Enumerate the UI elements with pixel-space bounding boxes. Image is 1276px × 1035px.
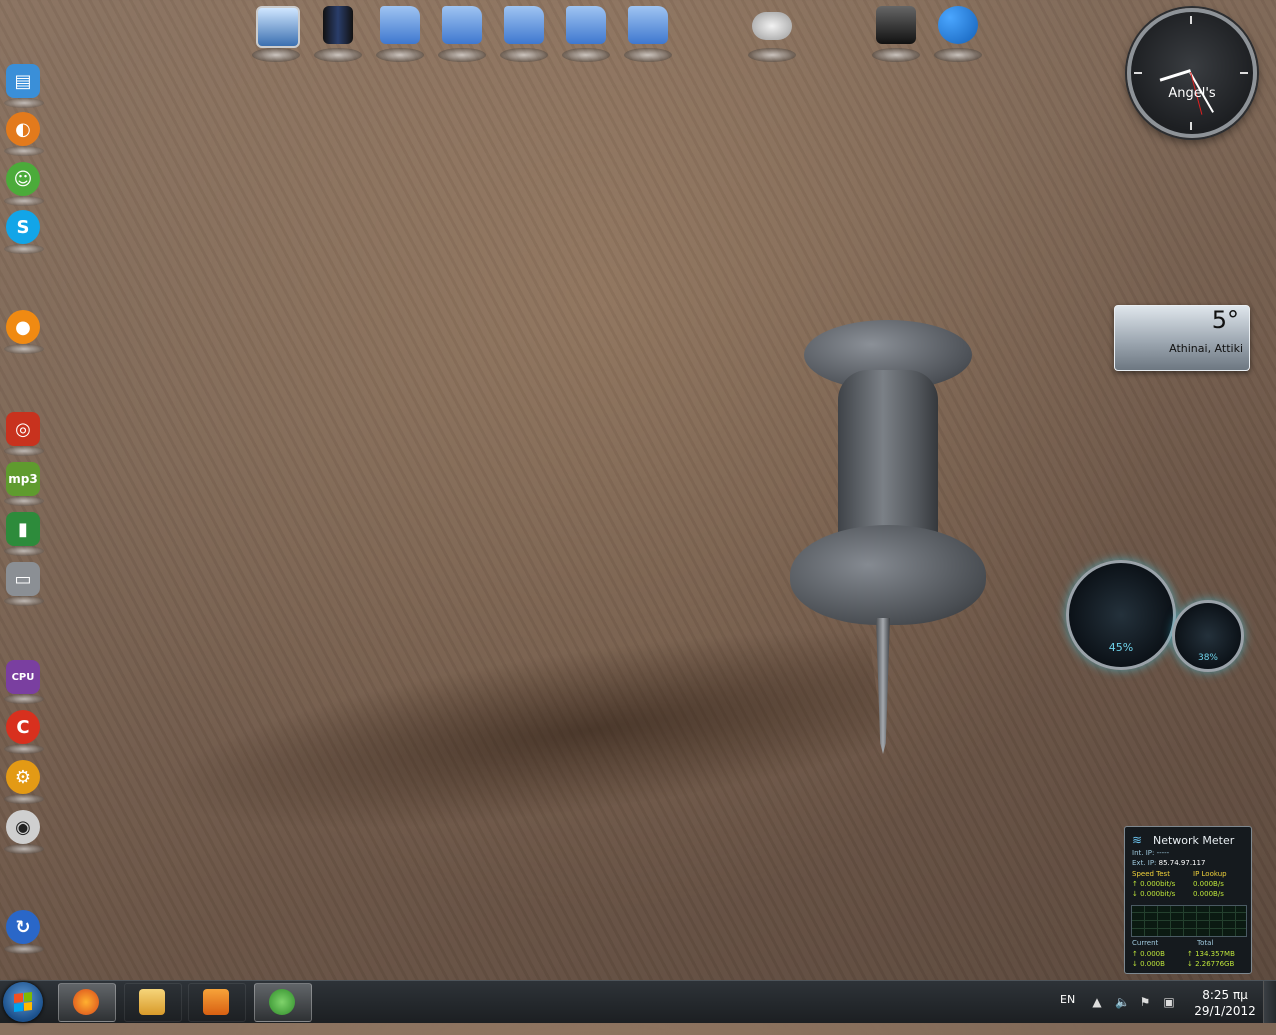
taskbar-media-player[interactable] (188, 983, 246, 1022)
desktop-wallpaper (0, 0, 1276, 1023)
firefox-like-app-icon[interactable]: ◐ (0, 108, 46, 156)
ram-gauge: 38% (1172, 600, 1244, 672)
mascot-app-icon[interactable]: ◉ (0, 806, 46, 854)
upload-bytes: 0.000B/s (1193, 880, 1224, 888)
upload-speed: 0.000bit/s (1140, 880, 1176, 888)
network-icon[interactable]: ▣ (1162, 995, 1176, 1009)
media-app-icon[interactable]: ● (0, 306, 46, 354)
weather-temperature: 5° (1211, 306, 1239, 334)
left-icon-bar: ▤ ◐ ☺ S ● ◎ mp3 ▮ ▭ CPU C ⚙ ◉ ↻ (0, 0, 50, 980)
total-up: 134.357MB (1195, 950, 1235, 958)
cpu-value: 45% (1108, 641, 1134, 654)
ext-ip-label: Ext. IP: (1132, 859, 1157, 867)
wifi-icon: ≋ (1132, 833, 1143, 847)
show-hidden-icons[interactable]: ▲ (1090, 995, 1104, 1009)
network-folder-icon[interactable] (434, 4, 490, 62)
settings-app-icon[interactable]: ▤ (0, 60, 46, 108)
control-panel-icon[interactable] (930, 4, 986, 62)
top-dock (0, 0, 1276, 70)
burning-app-icon[interactable]: ◎ (0, 408, 46, 456)
documents-folder-icon[interactable] (372, 4, 428, 62)
cpu-meter-gadget[interactable]: 45% 38% (1066, 560, 1246, 680)
weather-location: Athinai, Attiki (1169, 342, 1243, 355)
ip-lookup-link[interactable]: IP Lookup (1193, 870, 1227, 878)
clock-gadget[interactable]: Angel's (1127, 8, 1257, 138)
current-label: Current (1132, 939, 1159, 947)
network-meter-title: Network Meter (1153, 834, 1235, 847)
taskbar-messenger[interactable] (254, 983, 312, 1022)
speed-test-link[interactable]: Speed Test (1132, 870, 1170, 878)
ram-value: 38% (1197, 653, 1218, 663)
current-up: 0.000B (1140, 950, 1165, 958)
remote-desktop-icon[interactable] (248, 4, 304, 62)
downloads-folder-icon[interactable] (620, 4, 676, 62)
volume-icon[interactable]: 🔈 (1115, 995, 1130, 1009)
phone-app-icon[interactable]: ▮ (0, 508, 46, 556)
download-bytes: 0.000B/s (1193, 890, 1224, 898)
taskbar: EN ▲ 🔈 ⚑ ▣ 8:25 πμ 29/1/2012 (0, 980, 1276, 1023)
action-center-flag-icon[interactable]: ⚑ (1138, 995, 1152, 1009)
total-down: 2.26776GB (1195, 960, 1235, 968)
taskbar-date: 29/1/2012 (1194, 1004, 1256, 1018)
cpu-gauge: 45% (1066, 560, 1176, 670)
int-ip-value: ----- (1156, 849, 1170, 857)
computer-tower-icon[interactable] (310, 4, 366, 62)
language-indicator[interactable]: EN (1060, 993, 1075, 1035)
download-speed: 0.000bit/s (1140, 890, 1176, 898)
firefox-icon (73, 989, 99, 1015)
pushpin-wallpaper-image (780, 320, 1000, 760)
pictures-folder-icon[interactable] (558, 4, 614, 62)
start-button[interactable] (3, 982, 43, 1022)
network-meter-gadget[interactable]: ≋ Network Meter Int. IP: ----- Ext. IP: … (1124, 826, 1252, 974)
skype-icon[interactable]: S (0, 206, 46, 254)
messenger-icon[interactable]: ☺ (0, 158, 46, 206)
ext-ip-value: 85.74.97.117 (1158, 859, 1206, 867)
gamepad-icon[interactable] (744, 4, 800, 62)
taskbar-time: 8:25 πμ (1202, 988, 1248, 1002)
total-label: Total (1197, 939, 1214, 947)
messenger-icon (269, 989, 295, 1015)
cpu-z-icon[interactable]: CPU (0, 656, 46, 704)
refresh-app-icon[interactable]: ↻ (0, 906, 46, 954)
computer-icon[interactable] (868, 4, 924, 62)
phone-laptop-app-icon[interactable]: ▭ (0, 558, 46, 606)
music-folder-icon[interactable] (496, 4, 552, 62)
weather-gadget[interactable]: 5° Athinai, Attiki (1114, 305, 1250, 371)
folder-icon (139, 989, 165, 1015)
gear-tool-icon[interactable]: ⚙ (0, 756, 46, 804)
show-desktop-button[interactable] (1263, 981, 1276, 1023)
network-graph (1131, 905, 1247, 937)
current-down: 0.000B (1140, 960, 1165, 968)
taskbar-clock[interactable]: 8:25 πμ 29/1/2012 (1190, 987, 1260, 1019)
int-ip-label: Int. IP: (1132, 849, 1155, 857)
mp3-app-icon[interactable]: mp3 (0, 458, 46, 506)
media-player-icon (203, 989, 229, 1015)
clock-label: Angel's (1168, 86, 1216, 101)
taskbar-explorer[interactable] (124, 983, 182, 1022)
clock-hour-hand (1159, 69, 1191, 82)
windows-logo-icon (14, 992, 32, 1012)
ccleaner-icon[interactable]: C (0, 706, 46, 754)
taskbar-firefox[interactable] (58, 983, 116, 1022)
